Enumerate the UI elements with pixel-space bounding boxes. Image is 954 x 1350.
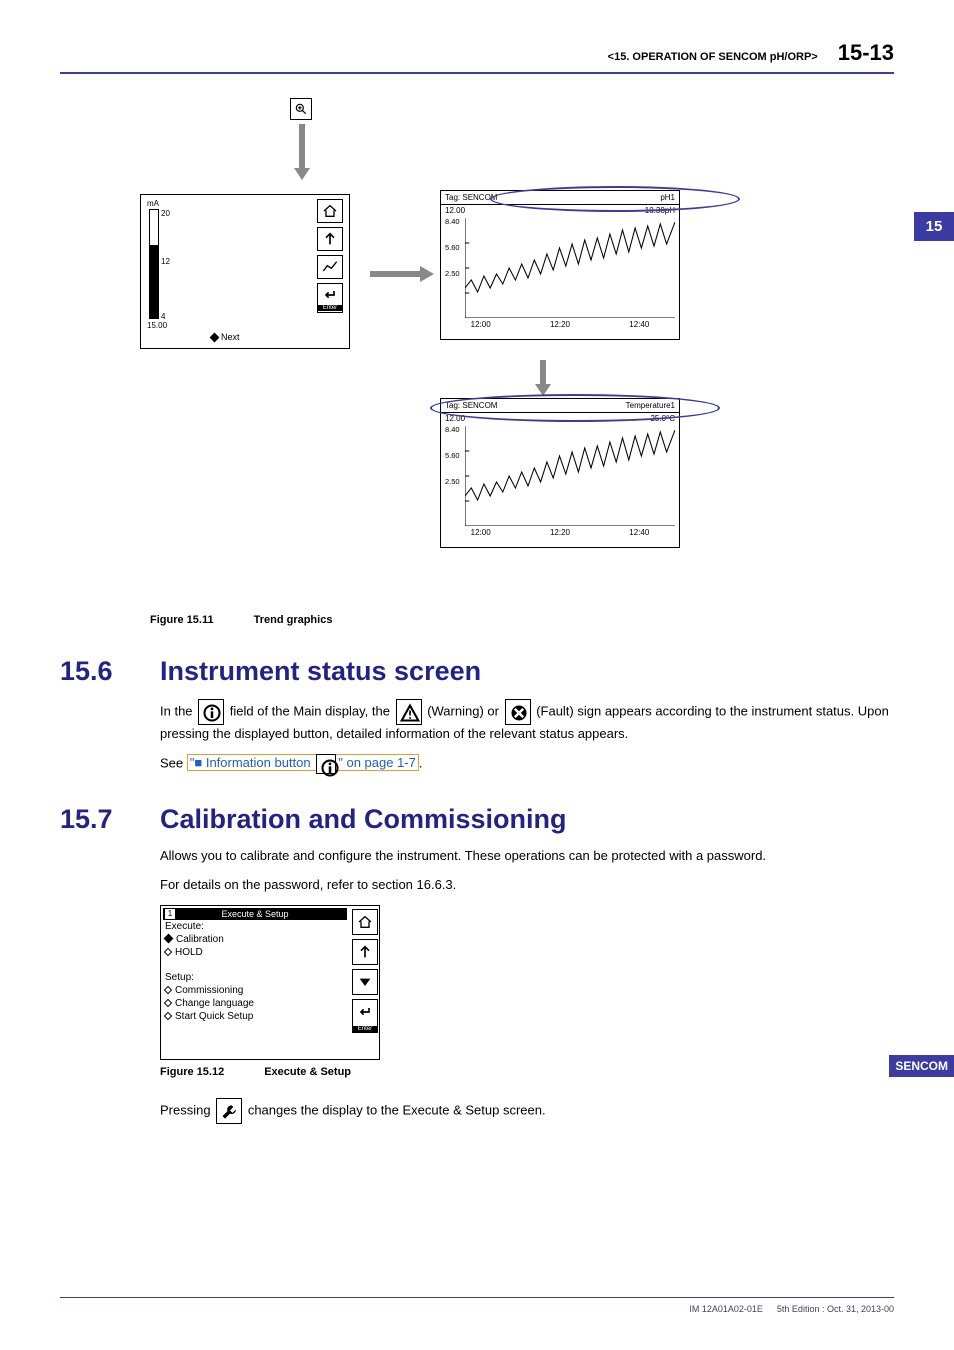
trend-val-right: 25.0°C xyxy=(650,414,675,423)
gauge-tick-4: 4 xyxy=(161,312,165,321)
tag-value: SENCOM xyxy=(462,193,497,202)
zoom-icon xyxy=(290,98,312,120)
arrow-right-icon xyxy=(370,266,434,282)
section-15-7-para1: Allows you to calibrate and configure th… xyxy=(160,847,894,866)
figure-15-11: mA 20 12 4 15.00 Next Enter xyxy=(60,90,894,600)
section-heading-15-7: 15.7Calibration and Commissioning xyxy=(60,804,894,835)
xref-info-button[interactable]: "■ Information button " on page 1-7 xyxy=(187,754,419,771)
trend-button[interactable] xyxy=(317,255,343,279)
exec-setup-label: Setup: xyxy=(163,971,347,984)
info-icon xyxy=(316,754,336,774)
exec-calibration[interactable]: Calibration xyxy=(163,933,347,946)
page-number: 15-13 xyxy=(838,40,894,66)
exec-hold[interactable]: HOLD xyxy=(163,946,347,959)
trend-type: pH1 xyxy=(660,193,675,202)
wrench-icon xyxy=(216,1098,242,1124)
up-button[interactable] xyxy=(352,939,378,965)
section-15-6-para2: See "■ Information button " on page 1-7. xyxy=(160,754,894,774)
home-button[interactable] xyxy=(352,909,378,935)
trend-ylabels: 8.40 5.60 2.50 xyxy=(445,417,460,495)
enter-label: Enter xyxy=(318,305,342,311)
info-icon xyxy=(198,699,224,725)
arrow-down-icon xyxy=(294,124,310,180)
gauge-tick-20: 20 xyxy=(161,209,170,218)
side-tab-chapter: 15 xyxy=(914,212,954,241)
figure-caption-15-12: Figure 15.12Execute & Setup xyxy=(160,1066,894,1078)
trend-xlabels: 12:00 12:20 12:40 xyxy=(441,318,679,329)
gauge-value: 15.00 xyxy=(147,321,167,330)
figure-caption-15-11: Figure 15.11Trend graphics xyxy=(150,614,894,626)
tag-label: Tag: xyxy=(445,401,460,410)
trend-val-right: 10.38pH xyxy=(645,206,675,215)
gauge-screen: mA 20 12 4 15.00 Next Enter xyxy=(140,194,350,349)
gauge-unit: mA xyxy=(147,199,159,208)
tag-label: Tag: xyxy=(445,193,460,202)
enter-button[interactable]: Enter xyxy=(317,283,343,313)
exec-commissioning[interactable]: Commissioning xyxy=(163,984,347,997)
section-15-6-para1: In the field of the Main display, the (W… xyxy=(160,699,894,744)
trend-screen-ph: Tag: SENCOM pH1 12.00 10.38pH 8.40 5.60 … xyxy=(440,190,680,340)
page-header: <15. OPERATION OF SENCOM pH/ORP> 15-13 xyxy=(60,40,894,74)
execute-setup-screen: 1Execute & Setup Execute: Calibration HO… xyxy=(160,905,380,1060)
tag-value: SENCOM xyxy=(462,401,497,410)
side-tab-sencom: SENCOM xyxy=(889,1055,954,1077)
exec-header: 1Execute & Setup xyxy=(163,908,347,920)
gauge-next[interactable]: Next xyxy=(211,332,240,342)
trend-ylabels: 8.40 5.60 2.50 xyxy=(445,209,460,287)
enter-label: Enter xyxy=(353,1026,377,1032)
gauge-bar xyxy=(149,209,159,319)
exec-quick-setup[interactable]: Start Quick Setup xyxy=(163,1010,347,1023)
footer-edition: 5th Edition : Oct. 31, 2013-00 xyxy=(777,1304,894,1314)
trend-wave-icon xyxy=(465,426,675,526)
page-footer: IM 12A01A02-01E 5th Edition : Oct. 31, 2… xyxy=(60,1297,894,1314)
enter-button[interactable]: Enter xyxy=(352,999,378,1033)
exec-execute-label: Execute: xyxy=(163,920,347,933)
trend-type: Temperature1 xyxy=(626,401,675,410)
fault-icon xyxy=(505,699,531,725)
footer-docid: IM 12A01A02-01E xyxy=(689,1304,763,1314)
section-15-7-para3: Pressing changes the display to the Exec… xyxy=(160,1098,894,1124)
gauge-tick-12: 12 xyxy=(161,257,170,266)
arrow-down-icon xyxy=(535,360,551,396)
chapter-title: <15. OPERATION OF SENCOM pH/ORP> xyxy=(608,51,818,63)
warning-icon xyxy=(396,699,422,725)
trend-wave-icon xyxy=(465,218,675,318)
up-button[interactable] xyxy=(317,227,343,251)
exec-change-language[interactable]: Change language xyxy=(163,997,347,1010)
section-heading-15-6: 15.6Instrument status screen xyxy=(60,656,894,687)
section-15-7-para2: For details on the password, refer to se… xyxy=(160,876,894,895)
down-button[interactable] xyxy=(352,969,378,995)
trend-xlabels: 12:00 12:20 12:40 xyxy=(441,526,679,537)
trend-screen-temperature: Tag: SENCOM Temperature1 12.00 25.0°C 8.… xyxy=(440,398,680,548)
home-button[interactable] xyxy=(317,199,343,223)
